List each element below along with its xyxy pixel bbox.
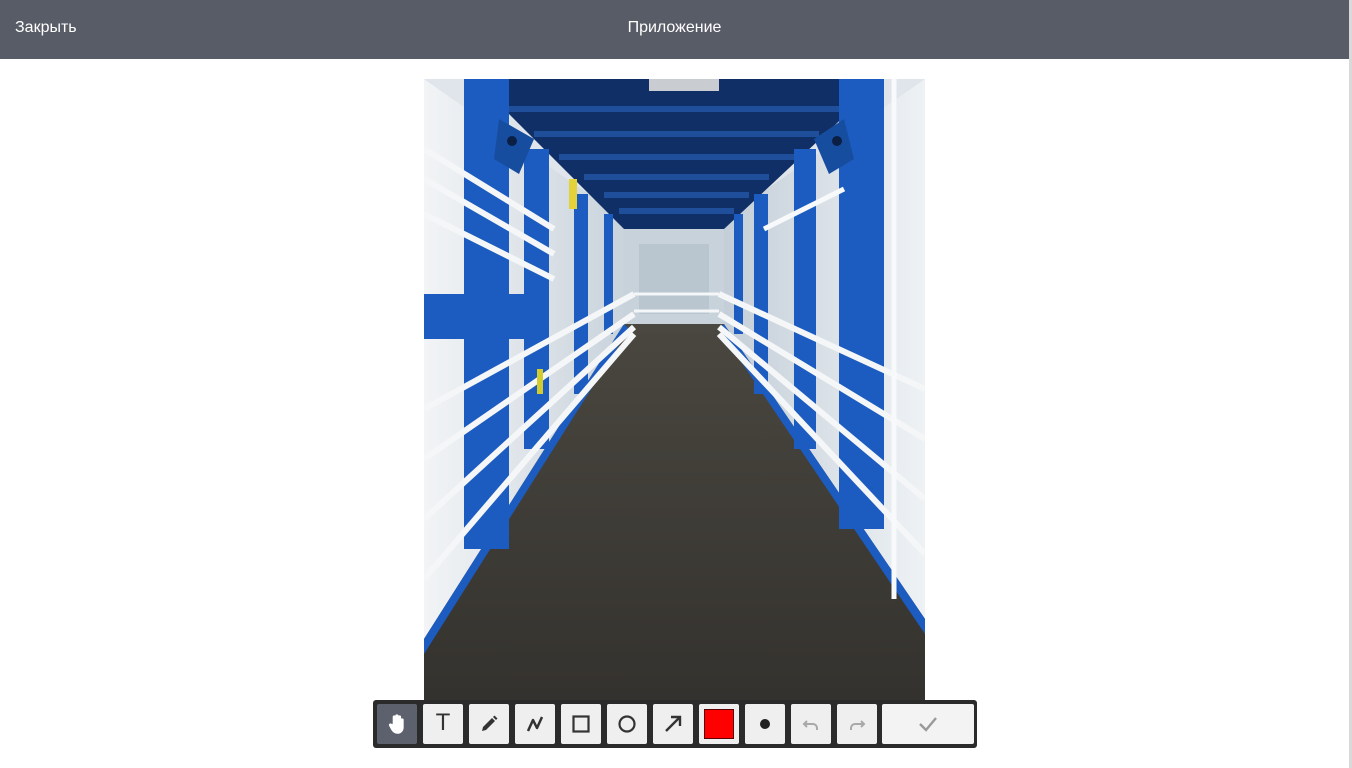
- arrow-icon: [665, 715, 682, 732]
- circle-tool-button[interactable]: [607, 704, 647, 744]
- pencil-tool-button[interactable]: [469, 704, 509, 744]
- arrow-tool-button[interactable]: [653, 704, 693, 744]
- dot-icon: [760, 719, 770, 729]
- polyline-icon: [526, 716, 544, 732]
- check-icon: [919, 717, 937, 732]
- app-header: Закрыть Приложение: [0, 0, 1349, 59]
- rectangle-icon: [572, 715, 590, 733]
- brush-size-button[interactable]: [745, 704, 785, 744]
- hand-tool-button[interactable]: [377, 704, 417, 744]
- attachment-photo[interactable]: [424, 79, 925, 700]
- confirm-button[interactable]: [882, 704, 974, 744]
- undo-button[interactable]: [791, 704, 831, 744]
- redo-button[interactable]: [837, 704, 877, 744]
- text-icon: T: [436, 711, 450, 736]
- page-title: Приложение: [627, 19, 722, 36]
- rectangle-tool-button[interactable]: [561, 704, 601, 744]
- pencil-icon: [482, 715, 498, 731]
- hand-icon: [388, 714, 404, 734]
- undo-icon: [802, 720, 818, 730]
- color-swatch: [704, 709, 734, 739]
- drawing-toolbar: T: [373, 700, 977, 748]
- color-picker-button[interactable]: [699, 704, 739, 744]
- polyline-tool-button[interactable]: [515, 704, 555, 744]
- redo-icon: [850, 720, 866, 730]
- text-tool-button[interactable]: T: [423, 704, 463, 744]
- circle-icon: [618, 715, 636, 733]
- corridor-photo: [424, 79, 925, 700]
